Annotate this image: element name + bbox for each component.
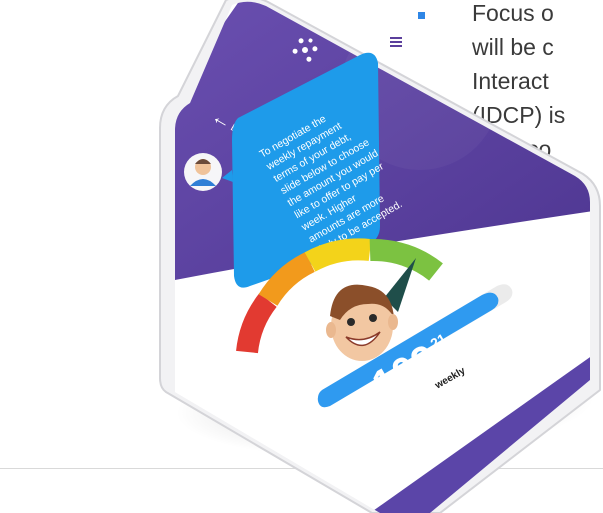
phone-screen: ← Back Help To negotiate the weekly repa… [159, 0, 601, 513]
phone-mockup: ← Back Help To negotiate the weekly repa… [0, 0, 603, 513]
help-label[interactable]: Help [351, 13, 372, 31]
menu-icon[interactable] [385, 31, 407, 53]
avatar [184, 153, 222, 191]
